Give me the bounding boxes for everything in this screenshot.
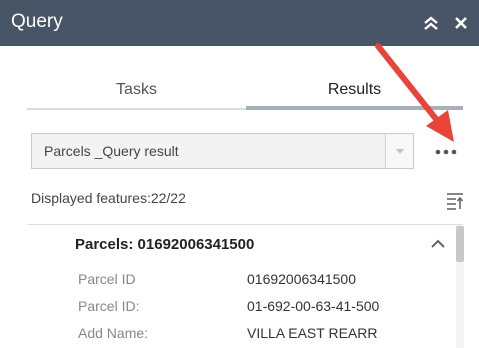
- attribute-value: VILLA EAST REARR: [247, 325, 378, 341]
- more-options-button[interactable]: [433, 141, 459, 161]
- collapse-result-button[interactable]: [430, 237, 446, 251]
- select-dropdown-button[interactable]: [385, 134, 413, 168]
- tab-bar: Tasks Results: [27, 70, 463, 110]
- collapse-panel-button[interactable]: [422, 14, 440, 32]
- panel-title: Query: [11, 11, 63, 32]
- attribute-label: Parcel ID: [78, 271, 136, 287]
- sort-icon: [447, 193, 464, 210]
- tab-tasks-underline: [27, 108, 246, 110]
- close-icon: [455, 17, 467, 29]
- attribute-label: Parcel ID:: [78, 298, 140, 314]
- tab-tasks[interactable]: Tasks: [27, 70, 246, 110]
- result-layer-select-value: Parcels _Query result: [44, 143, 179, 159]
- attribute-value: 01692006341500: [247, 271, 357, 287]
- panel-titlebar: Query: [0, 0, 479, 46]
- displayed-features-count: Displayed features:22/22: [31, 190, 186, 206]
- results-divider: [27, 224, 463, 225]
- result-item-title[interactable]: Parcels: 01692006341500: [75, 236, 254, 253]
- results-scrollbar-thumb[interactable]: [456, 226, 464, 262]
- attribute-value: 01-692-00-63-41-500: [247, 298, 380, 314]
- attribute-label: Add Name:: [78, 325, 149, 341]
- sort-button[interactable]: [445, 191, 465, 211]
- ellipsis-icon: [435, 149, 457, 155]
- tab-results-active-underline: [246, 106, 463, 110]
- tab-results[interactable]: Results: [246, 70, 463, 110]
- double-chevron-up-icon: [424, 16, 438, 30]
- caret-down-icon: [396, 149, 404, 154]
- chevron-up-icon: [431, 239, 445, 248]
- result-layer-select[interactable]: Parcels _Query result: [31, 133, 414, 169]
- close-panel-button[interactable]: [452, 14, 470, 32]
